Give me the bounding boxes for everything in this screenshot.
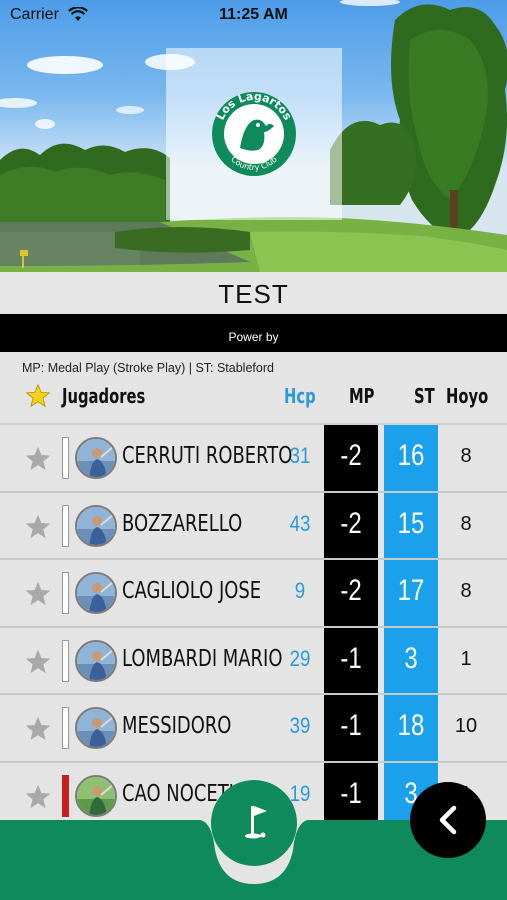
player-hoyo: 10 (454, 715, 478, 737)
player-name: LOMBARDI MARIO (122, 645, 283, 672)
favorite-star-button[interactable] (24, 580, 52, 613)
player-st: 17 (397, 574, 425, 607)
player-hoyo: 8 (460, 445, 472, 467)
player-st: 3 (404, 641, 418, 675)
player-st: 18 (397, 709, 425, 742)
star-outline-icon (25, 514, 51, 538)
golf-flag-icon (245, 806, 267, 839)
player-row[interactable]: CAGLIOLO JOSE 9 -2 17 8 (0, 558, 507, 626)
avatar (75, 504, 117, 547)
avatar-image (77, 439, 115, 477)
club-logo-panel: Los Lagartos Country Club (166, 48, 342, 220)
scoring-legend: MP: Medal Play (Stroke Play) | ST: Stabl… (22, 361, 274, 375)
player-st: 16 (397, 439, 425, 472)
table-header: Jugadores Hcp MP ST Hoyo (0, 380, 507, 420)
player-hcp: 43 (289, 510, 311, 536)
player-mp: -2 (340, 506, 362, 540)
player-name: CERRUTI ROBERTO (122, 443, 293, 469)
avatar-image (77, 709, 115, 747)
back-button[interactable] (410, 782, 486, 858)
star-outline-icon (25, 649, 51, 673)
player-st: 15 (397, 506, 425, 540)
player-name: BOZZARELLO (122, 510, 243, 537)
clock: 11:25 AM (219, 6, 288, 23)
favorite-star-button[interactable] (24, 513, 52, 546)
player-hoyo: 8 (460, 512, 472, 535)
status-flag (62, 504, 69, 547)
header-mp[interactable]: MP (349, 384, 374, 408)
player-name: MESSIDORO (122, 713, 232, 739)
hero-banner: Carrier 11:25 AM Los Lagartos Country Cl… (0, 0, 507, 272)
player-mp: -2 (340, 574, 362, 607)
header-players: Jugadores (62, 384, 146, 408)
header-hcp[interactable]: Hcp (284, 384, 316, 408)
leaderboard-list: CERRUTI ROBERTO 31 -2 16 8 BOZZARELLO 43… (0, 423, 507, 828)
player-hoyo: 8 (460, 580, 472, 602)
player-row[interactable]: BOZZARELLO 43 -2 15 8 (0, 490, 507, 559)
player-hcp: 9 (294, 578, 306, 603)
star-outline-icon (25, 446, 51, 471)
avatar-image (77, 506, 115, 545)
player-hcp: 31 (289, 443, 311, 468)
avatar (75, 572, 117, 614)
status-flag (62, 572, 69, 614)
status-flag (62, 707, 69, 749)
player-row[interactable]: CERRUTI ROBERTO 31 -2 16 8 (0, 423, 507, 491)
header-st[interactable]: ST (414, 384, 435, 408)
player-name: CAGLIOLO JOSE (122, 578, 262, 604)
status-bar: Carrier 11:25 AM (0, 0, 507, 32)
player-row[interactable]: MESSIDORO 39 -1 18 10 (0, 693, 507, 761)
favorite-star-button[interactable] (24, 648, 52, 681)
club-logo: Los Lagartos Country Club (212, 90, 296, 176)
star-outline-icon (25, 716, 51, 741)
favorite-star-button[interactable] (24, 715, 52, 748)
avatar-image (77, 574, 115, 612)
player-mp: -1 (340, 709, 362, 742)
player-mp: -1 (340, 641, 362, 675)
avatar (75, 707, 117, 749)
avatar (75, 639, 117, 682)
back-chevron-icon (439, 805, 457, 835)
status-flag (62, 437, 69, 479)
status-flag (62, 639, 69, 682)
power-by-bar: Power by (0, 314, 507, 352)
header-hoyo[interactable]: Hoyo (446, 384, 488, 408)
golf-flag-button[interactable] (211, 780, 297, 866)
player-mp: -2 (340, 439, 362, 472)
player-hoyo: 1 (460, 647, 472, 670)
star-icon[interactable] (25, 383, 51, 409)
player-row[interactable]: LOMBARDI MARIO 29 -1 3 1 (0, 625, 507, 694)
avatar-image (77, 641, 115, 680)
avatar (75, 437, 117, 479)
star-outline-icon (25, 581, 51, 606)
page-title: TEST (0, 272, 507, 314)
player-hcp: 39 (289, 713, 311, 738)
player-hcp: 29 (289, 645, 311, 671)
favorite-star-button[interactable] (24, 445, 52, 478)
